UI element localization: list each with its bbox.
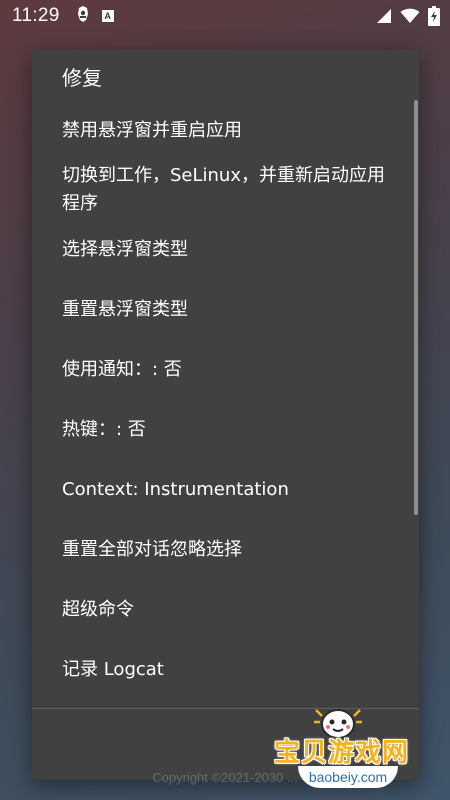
menu-item-reset-overlay-type[interactable]: 重置悬浮窗类型 [62,296,397,324]
repair-dialog: 修复 禁用悬浮窗并重启应用 切换到工作，SeLinux，并重新启动应用程序 选择… [32,50,419,780]
watermark-title: 宝贝游戏网 [274,738,410,768]
watermark-url: baobeiy.com [298,766,398,788]
status-left-icons: A [74,5,114,27]
signal-icon [376,8,392,28]
game-controller-icon [74,5,92,27]
a-badge-icon: A [101,10,114,22]
battery-charging-icon [428,6,440,30]
wifi-icon [400,8,420,28]
dialog-title: 修复 [62,66,102,90]
menu-item-hotkey[interactable]: 热键：: 否 [62,416,397,444]
menu-item-use-notification[interactable]: 使用通知：: 否 [62,356,397,384]
status-right-icons [376,6,440,30]
menu-item-context[interactable]: Context: Instrumentation [62,476,397,504]
dialog-scrollbar[interactable] [414,100,418,515]
status-time: 11:29 [12,5,60,26]
watermark-logo: 宝贝游戏网 baobeiy.com [268,700,438,795]
status-bar: 11:29 A [0,0,450,32]
menu-item-select-overlay-type[interactable]: 选择悬浮窗类型 [62,236,397,264]
menu-item-switch-selinux-restart[interactable]: 切换到工作，SeLinux，并重新启动应用程序 [62,162,397,218]
menu-item-record-logcat[interactable]: 记录 Logcat [62,656,397,684]
menu-item-super-command[interactable]: 超级命令 [62,596,397,624]
menu-item-reset-dialog-ignore[interactable]: 重置全部对话忽略选择 [62,536,397,564]
menu-item-disable-overlay-restart[interactable]: 禁用悬浮窗并重启应用 [62,117,397,145]
